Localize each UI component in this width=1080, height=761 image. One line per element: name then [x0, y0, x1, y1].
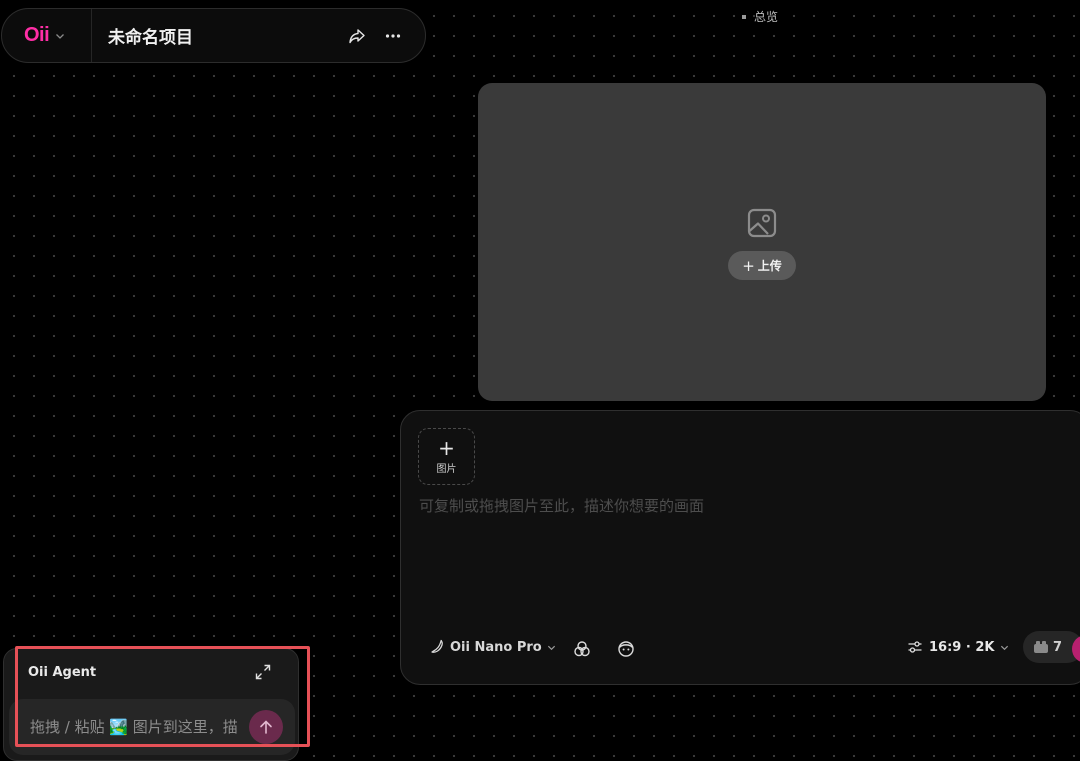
image-upload-card[interactable]: + 上传 — [478, 83, 1046, 401]
chevron-down-icon — [547, 645, 555, 650]
banana-icon — [431, 639, 443, 653]
add-image-label: 图片 — [436, 463, 457, 475]
ratio-value: 16:9 · 2K — [929, 639, 995, 655]
top-bar: Oii 未命名项目 — [1, 8, 426, 63]
agent-input-box — [9, 699, 295, 755]
plus-icon: + — [438, 435, 455, 460]
add-image-button[interactable]: + 图片 — [418, 428, 475, 485]
more-icon[interactable] — [379, 22, 407, 50]
brand-logo: Oii — [24, 24, 50, 46]
prompt-panel: + 图片 Oii Nano Pro 16:9 · 2K — [400, 410, 1080, 685]
style-mix-icon[interactable] — [573, 640, 591, 658]
agent-input[interactable] — [9, 699, 237, 755]
overview-node-label[interactable]: 总览 — [742, 8, 778, 25]
chevron-down-icon — [56, 33, 65, 39]
agent-widget: Oii Agent — [3, 648, 299, 761]
expand-icon[interactable] — [254, 663, 272, 681]
credits-count: 7 — [1053, 639, 1063, 655]
sliders-icon — [908, 641, 922, 653]
plus-icon: + — [742, 256, 755, 275]
send-arrow-icon — [260, 720, 272, 734]
model-name: Oii Nano Pro — [450, 639, 542, 655]
chevron-down-icon — [1001, 645, 1009, 650]
overview-label: 总览 — [754, 10, 779, 24]
face-icon[interactable] — [617, 640, 635, 658]
ratio-resolution-select[interactable]: 16:9 · 2K — [907, 639, 1009, 655]
project-title[interactable]: 未命名项目 — [108, 23, 343, 48]
prompt-input[interactable] — [419, 495, 1059, 615]
share-icon[interactable] — [343, 22, 371, 50]
upload-label: 上传 — [757, 259, 782, 273]
model-select[interactable]: Oii Nano Pro — [429, 639, 556, 655]
coins-icon — [1034, 641, 1048, 653]
image-icon — [747, 208, 777, 238]
send-button[interactable] — [249, 710, 283, 744]
node-dot — [742, 14, 746, 19]
brand-menu[interactable]: Oii — [2, 9, 92, 62]
upload-button[interactable]: + 上传 — [728, 251, 796, 280]
agent-title: Oii Agent — [28, 665, 97, 680]
